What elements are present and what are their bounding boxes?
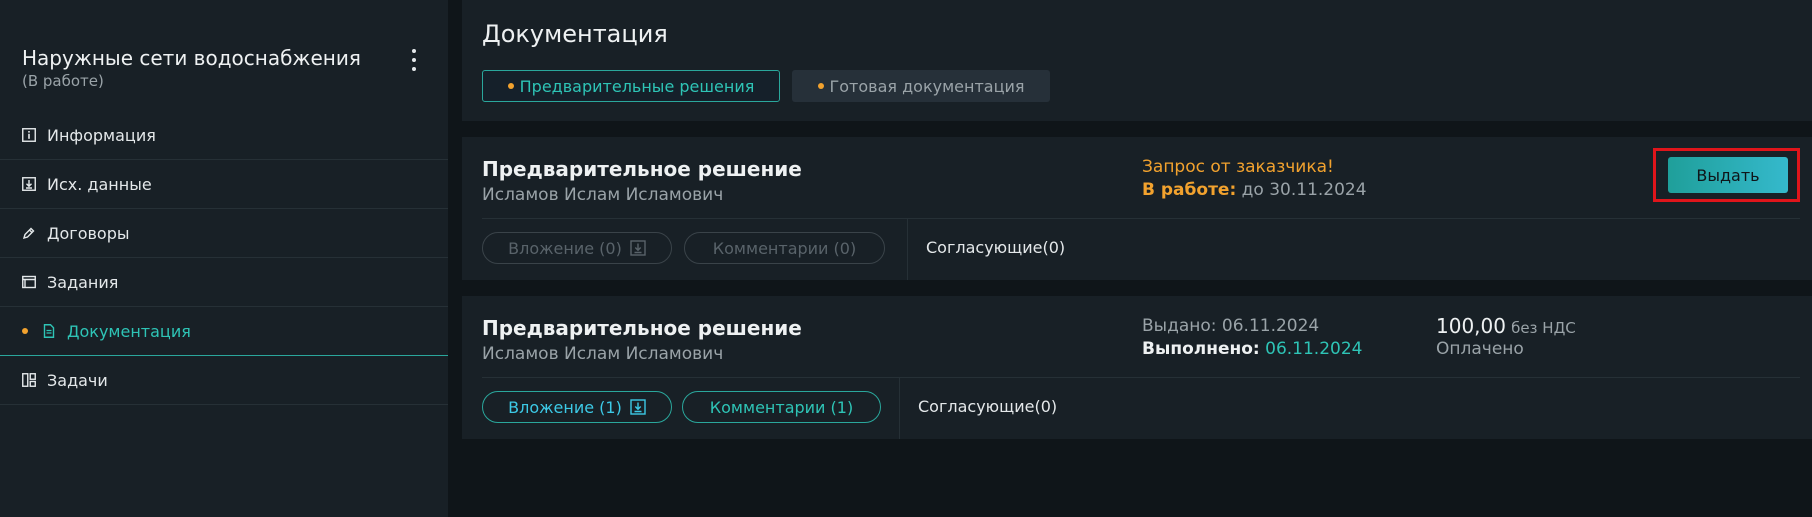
tab-dot bbox=[817, 83, 824, 89]
comments-button[interactable]: Комментарии (1) bbox=[682, 391, 881, 423]
payment-status: Оплачено bbox=[1436, 339, 1524, 359]
card-person: Исламов Ислам Исламович bbox=[482, 185, 724, 205]
board-icon bbox=[22, 373, 36, 387]
price-note: без НДС bbox=[1511, 319, 1576, 337]
sidebar-item-label: Договоры bbox=[47, 223, 130, 243]
card-divider bbox=[482, 218, 1800, 219]
done-date: 06.11.2024 bbox=[1265, 339, 1363, 359]
approvers-label: Согласующие(0) bbox=[926, 238, 1066, 257]
vertical-divider bbox=[899, 378, 900, 439]
active-dot bbox=[22, 328, 28, 334]
info-icon bbox=[22, 128, 36, 142]
tab-label: Предварительные решения bbox=[519, 76, 755, 96]
attachments-button[interactable]: Вложение (0) bbox=[482, 232, 672, 264]
more-options-icon[interactable] bbox=[408, 49, 420, 71]
issued-date: Выдано: 06.11.2024 bbox=[1142, 316, 1320, 336]
approvers-label: Согласующие(0) bbox=[918, 397, 1058, 416]
comments-label: Комментарии (1) bbox=[709, 397, 854, 417]
document-card: Предварительное решение Исламов Ислам Ис… bbox=[462, 296, 1812, 439]
attachments-label: Вложение (1) bbox=[508, 397, 622, 417]
vertical-divider bbox=[907, 219, 908, 280]
attachments-label: Вложение (0) bbox=[508, 238, 622, 258]
document-card: Предварительное решение Исламов Ислам Ис… bbox=[462, 137, 1812, 280]
download-icon bbox=[630, 399, 646, 415]
tab-ready-documentation[interactable]: Готовая документация bbox=[792, 70, 1050, 102]
highlight-box bbox=[1653, 148, 1800, 202]
sidebar-item-documentation[interactable]: Документация bbox=[0, 307, 448, 356]
sidebar-item-source-data[interactable]: Исх. данные bbox=[0, 160, 448, 209]
sidebar-item-label: Исх. данные bbox=[47, 174, 152, 194]
tab-dot bbox=[507, 83, 514, 89]
sidebar-item-label: Документация bbox=[67, 321, 191, 341]
sidebar: Наружные сети водоснабжения (В работе) И… bbox=[0, 0, 448, 517]
status-line: В работе: до 30.11.2024 bbox=[1142, 180, 1367, 200]
window-icon bbox=[22, 275, 36, 289]
status-deadline: до 30.11.2024 bbox=[1241, 180, 1367, 200]
price-value: 100,00 bbox=[1436, 314, 1506, 338]
project-title: Наружные сети водоснабжения bbox=[22, 46, 361, 70]
document-icon bbox=[42, 324, 56, 338]
download-icon bbox=[630, 240, 646, 256]
done-line: Выполнено: 06.11.2024 bbox=[1142, 339, 1362, 359]
sidebar-item-label: Задачи bbox=[47, 370, 108, 390]
sidebar-item-contracts[interactable]: Договоры bbox=[0, 209, 448, 258]
sidebar-item-tasks[interactable]: Задачи bbox=[0, 356, 448, 405]
sidebar-item-label: Задания bbox=[47, 272, 119, 292]
pen-icon bbox=[22, 226, 36, 240]
download-icon bbox=[22, 177, 36, 191]
customer-request-alert: Запрос от заказчика! bbox=[1142, 157, 1334, 177]
status-label: В работе: bbox=[1142, 180, 1237, 200]
card-title: Предварительное решение bbox=[482, 316, 802, 340]
project-status: (В работе) bbox=[22, 72, 104, 90]
documentation-header: Документация Предварительные решения Гот… bbox=[462, 0, 1812, 121]
comments-label: Комментарии (0) bbox=[712, 238, 857, 258]
page-title: Документация bbox=[482, 20, 668, 48]
comments-button[interactable]: Комментарии (0) bbox=[684, 232, 885, 264]
tab-label: Готовая документация bbox=[829, 76, 1025, 96]
price-line: 100,00 без НДС bbox=[1436, 314, 1576, 338]
card-title: Предварительное решение bbox=[482, 157, 802, 181]
tab-preliminary-solutions[interactable]: Предварительные решения bbox=[482, 70, 780, 102]
card-divider bbox=[482, 377, 1800, 378]
sidebar-item-tasks-assignments[interactable]: Задания bbox=[0, 258, 448, 307]
done-label: Выполнено: bbox=[1142, 339, 1260, 359]
card-person: Исламов Ислам Исламович bbox=[482, 344, 724, 364]
sidebar-item-label: Информация bbox=[47, 125, 156, 145]
attachments-button[interactable]: Вложение (1) bbox=[482, 391, 672, 423]
sidebar-item-information[interactable]: Информация bbox=[0, 111, 448, 160]
